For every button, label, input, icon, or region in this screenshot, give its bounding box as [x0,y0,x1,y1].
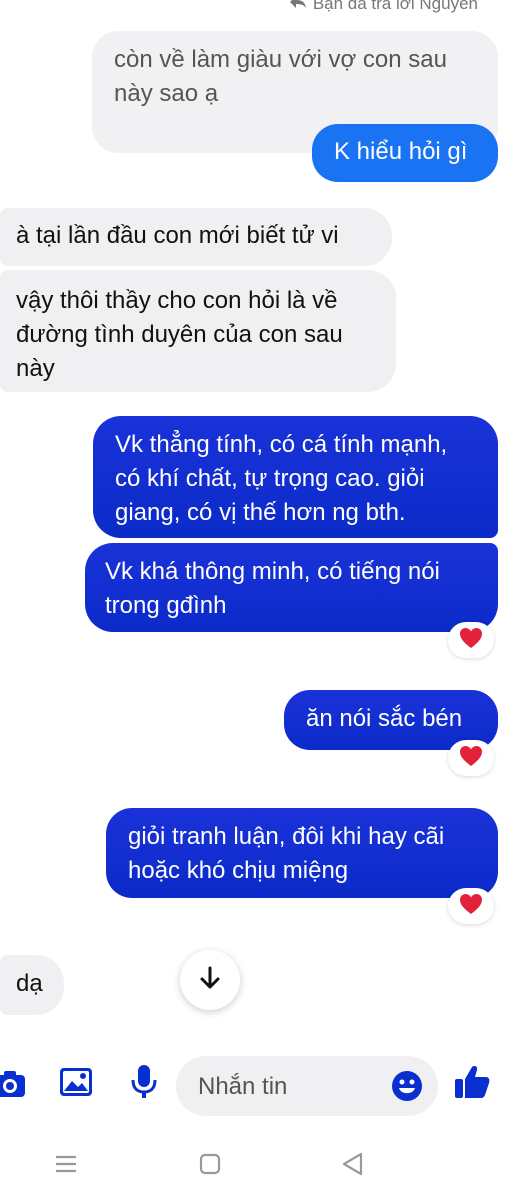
message-bubble-outgoing[interactable]: Vk khá thông minh, có tiếng nói trong gđ… [85,543,498,632]
message-text: vậy thôi thầy cho con hỏi là về đường tì… [16,287,343,382]
arrow-down-icon [199,966,221,995]
reaction-heart[interactable] [448,622,494,658]
message-text: à tại lần đầu con mới biết tử vi [16,222,339,249]
reaction-heart[interactable] [448,740,494,776]
message-text: Vk thẳng tính, có cá tính mạnh, có khí c… [115,431,448,526]
message-input-container[interactable] [176,1056,438,1116]
gallery-icon[interactable] [58,1064,94,1100]
recent-apps-icon[interactable] [52,1150,80,1178]
message-text: giỏi tranh luận, đôi khi hay cãi hoặc kh… [128,823,445,884]
back-icon[interactable] [338,1150,366,1178]
composer-bar [0,1048,512,1128]
heart-icon [459,627,483,654]
reply-hint: Bạn đã trả lời Nguyen [289,0,478,14]
message-text: Vk khá thông minh, có tiếng nói trong gđ… [105,558,440,619]
reaction-heart[interactable] [448,888,494,924]
heart-icon [459,893,483,920]
emoji-icon[interactable] [390,1069,424,1103]
message-bubble-incoming[interactable]: à tại lần đầu con mới biết tử vi [0,208,392,266]
heart-icon [459,745,483,772]
message-bubble-incoming[interactable]: dạ [0,955,64,1015]
home-icon[interactable] [196,1150,224,1178]
thumbs-up-icon[interactable] [452,1062,492,1102]
message-text: K hiểu hỏi gì [334,138,468,165]
message-text: ăn nói sắc bén [306,705,463,732]
camera-icon[interactable] [0,1066,28,1102]
quoted-message-text: còn về làm giàu với vợ con sau này sao ạ [114,46,447,107]
message-input[interactable] [196,1068,380,1106]
message-bubble-outgoing[interactable]: Vk thẳng tính, có cá tính mạnh, có khí c… [93,416,498,538]
reply-hint-text: Bạn đã trả lời Nguyen [312,0,478,13]
message-text: dạ [16,970,43,997]
scroll-to-bottom-button[interactable] [180,950,240,1010]
microphone-icon[interactable] [126,1062,162,1102]
message-bubble-sent[interactable]: K hiểu hỏi gì [312,124,498,182]
reply-arrow-icon [289,0,307,14]
system-navigation-bar [0,1130,512,1200]
message-bubble-outgoing[interactable]: giỏi tranh luận, đôi khi hay cãi hoặc kh… [106,808,498,898]
message-bubble-incoming[interactable]: vậy thôi thầy cho con hỏi là về đường tì… [0,270,396,392]
